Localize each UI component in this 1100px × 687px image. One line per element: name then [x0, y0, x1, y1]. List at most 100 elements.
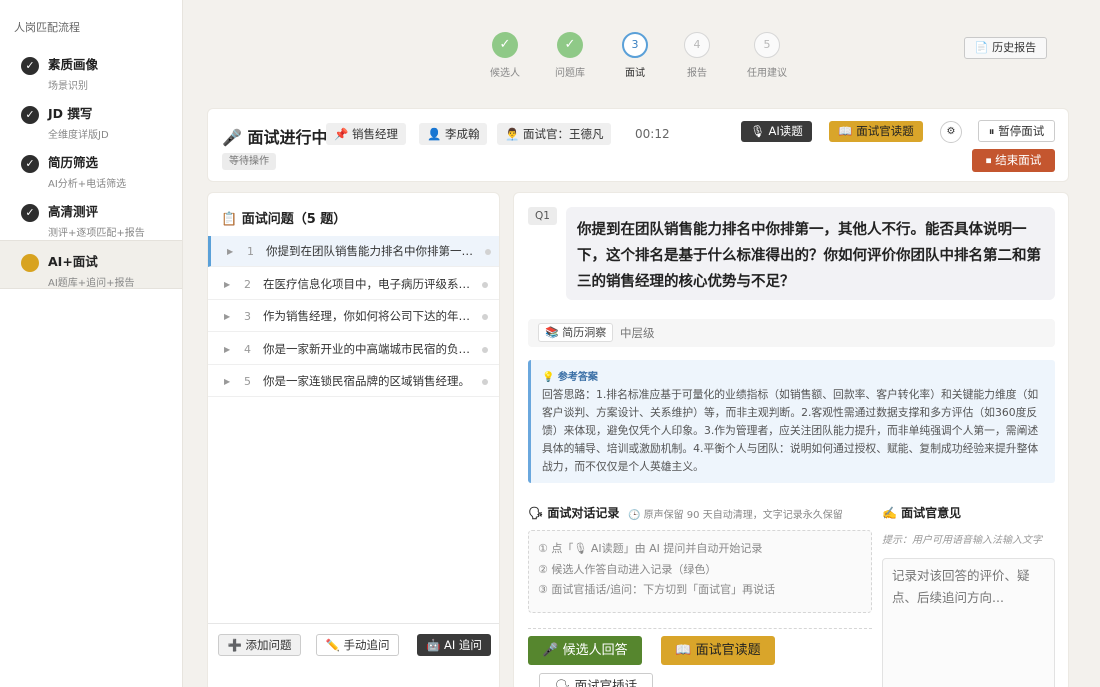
source-tag: 📚 简历洞察: [538, 323, 614, 342]
step-title: 简历筛选: [48, 155, 99, 170]
question-text: 在医疗信息化项目中，电子病历评级系统的客户是谁？: [263, 277, 471, 291]
end-interview-button[interactable]: ⏹ 结束面试: [972, 149, 1055, 172]
retention-note: 🕒 原声保留 90 天自动清理，文字记录永久保留: [628, 510, 843, 521]
check-icon: ✓: [492, 32, 518, 58]
manual-followup-button[interactable]: ✏️ 手动追问: [316, 634, 399, 656]
step-title: 高清测评: [48, 204, 99, 219]
status-badge: 等待操作: [222, 153, 276, 170]
reference-answer: 💡 参考答案 回答思路：1.排名标准应基于可量化的业绩指标（如销售额、回款率、客…: [528, 360, 1055, 483]
caret-right-icon: ▶: [224, 377, 231, 386]
progress-stepper: ✓ 候选人 ✓ 问题库 3 面试 4 报告 5 任用建议: [470, 32, 810, 82]
question-source-bar: 📚 简历洞察 中层级: [528, 319, 1055, 347]
step-subtitle: 测评+逐项匹配+报告: [48, 228, 145, 239]
gear-icon[interactable]: ⚙: [940, 121, 962, 143]
question-text: 你提到在团队销售能力排名中你排第一，其他人不行。能否具体说明一下，这个排名是基于…: [566, 207, 1055, 300]
divider: [528, 628, 872, 629]
check-icon: ✓: [21, 106, 39, 124]
caret-right-icon: ▶: [224, 345, 231, 354]
question-number: 4: [244, 343, 251, 356]
ai-read-button[interactable]: 🎙 AI读题: [741, 121, 812, 142]
position-tag: 📌 销售经理: [326, 123, 406, 145]
progress-step-question-bank[interactable]: ✓ 问题库: [535, 32, 605, 79]
progress-step-candidate[interactable]: ✓ 候选人: [470, 32, 540, 79]
step-number: 5: [754, 32, 780, 58]
instruction-line: ③ 面试官插话/追问：下方切到「面试官」再说话: [538, 583, 776, 596]
check-icon: ✓: [21, 57, 39, 75]
step-number: 4: [684, 32, 710, 58]
instruction-line: ① 点「🎙 AI读题」由 AI 提问并自动开始记录: [538, 542, 763, 555]
step-title: JD 撰写: [48, 106, 93, 121]
step-title: 素质画像: [48, 57, 99, 72]
caret-right-icon: ▶: [224, 280, 231, 289]
ai-followup-button[interactable]: 🤖 AI 追问: [417, 634, 491, 656]
step-subtitle: 场景识别: [48, 81, 88, 92]
progress-label: 面试: [625, 68, 645, 79]
check-icon: ✓: [21, 155, 39, 173]
progress-label: 问题库: [555, 68, 585, 79]
history-report-button[interactable]: 📄 历史报告: [964, 37, 1047, 59]
question-text: 你是一家连锁民宿品牌的区域销售经理。: [263, 374, 470, 388]
interview-header: 🎤 面试进行中 📌 销售经理 👤 李成翰 👨‍💼 面试官：王德凡 00:12 等…: [207, 108, 1069, 182]
question-item[interactable]: ▶ 4 你是一家新开业的中高端城市民宿的负责人。: [208, 334, 499, 365]
question-number: 2: [244, 278, 251, 291]
interviewer-read-question-button[interactable]: 📖 面试官读题: [661, 636, 775, 665]
progress-step-recommendation[interactable]: 5 任用建议: [732, 32, 802, 79]
step-subtitle: AI题库+追问+报告: [48, 278, 135, 289]
check-icon: ✓: [557, 32, 583, 58]
sidebar-step-jd[interactable]: ✓ JD 撰写 全维度详版JD: [0, 93, 182, 142]
progress-label: 任用建议: [747, 68, 787, 79]
question-item[interactable]: ▶ 1 你提到在团队销售能力排名中你排第一，其他人不行。: [208, 236, 499, 267]
conversation-title: 🗣 面试对话记录: [528, 506, 620, 520]
status-dot: [482, 347, 488, 353]
opinion-input[interactable]: [882, 558, 1055, 687]
question-item[interactable]: ▶ 5 你是一家连锁民宿品牌的区域销售经理。: [208, 366, 499, 397]
interview-timer: 00:12: [635, 127, 670, 141]
candidate-tag: 👤 李成翰: [419, 123, 488, 145]
question-list-panel: 📋 面试问题（5 题） ▶ 1 你提到在团队销售能力排名中你排第一，其他人不行。…: [207, 192, 500, 687]
reference-body: 回答思路：1.排名标准应基于可量化的业绩指标（如销售额、回款率、客户转化率）和关…: [542, 388, 1039, 473]
question-text: 你是一家新开业的中高端城市民宿的负责人。: [263, 342, 471, 356]
caret-right-icon: ▶: [224, 312, 231, 321]
status-dot: [482, 379, 488, 385]
question-text: 作为销售经理，你如何将公司下达的年度目标分解？: [263, 309, 471, 323]
question-text: 你提到在团队销售能力排名中你排第一，其他人不行。: [266, 244, 474, 258]
question-number: 1: [247, 245, 254, 258]
level-label: 中层级: [620, 326, 655, 340]
sidebar-step-profile[interactable]: ✓ 素质画像 场景识别: [0, 44, 182, 93]
add-question-button[interactable]: ➕ 添加问题: [218, 634, 301, 656]
question-badge: Q1: [528, 207, 557, 225]
opinion-title: ✍️ 面试官意见: [882, 506, 962, 520]
step-subtitle: AI分析+电话筛选: [48, 179, 127, 190]
candidate-answer-button[interactable]: 🎤 候选人回答: [528, 636, 642, 665]
conversation-log: ① 点「🎙 AI读题」由 AI 提问并自动开始记录 ② 候选人作答自动进入记录（…: [528, 530, 872, 613]
opinion-hint: 提示：用户可用语音输入法输入文字: [882, 535, 1042, 546]
progress-label: 报告: [687, 68, 707, 79]
check-icon: ✓: [21, 204, 39, 222]
step-number: 3: [622, 32, 648, 58]
question-number: 5: [244, 375, 251, 388]
interviewer-interject-button[interactable]: 🗣 面试官插话: [539, 673, 653, 687]
pause-interview-button[interactable]: ⏸ 暂停面试: [978, 120, 1055, 142]
status-dot: [482, 282, 488, 288]
progress-step-interview[interactable]: 3 面试: [600, 32, 670, 79]
question-number: 3: [244, 310, 251, 323]
sidebar-step-resume[interactable]: ✓ 简历筛选 AI分析+电话筛选: [0, 142, 182, 191]
interview-title: 🎤 面试进行中: [222, 128, 328, 147]
question-list-title: 📋 面试问题（5 题）: [221, 212, 347, 227]
sidebar-step-assessment[interactable]: ✓ 高清测评 测评+逐项匹配+报告: [0, 191, 182, 240]
question-detail-panel: Q1 你提到在团队销售能力排名中你排第一，其他人不行。能否具体说明一下，这个排名…: [513, 192, 1069, 687]
reference-title: 💡 参考答案: [542, 372, 598, 383]
status-dot: [485, 249, 491, 255]
sidebar-step-interview[interactable]: AI+面试 AI题库+追问+报告: [0, 240, 182, 289]
instruction-line: ② 候选人作答自动进入记录（绿色）: [538, 562, 717, 576]
interviewer-read-button[interactable]: 📖 面试官读题: [829, 121, 923, 142]
step-title: AI+面试: [48, 254, 98, 269]
question-item[interactable]: ▶ 3 作为销售经理，你如何将公司下达的年度目标分解？: [208, 301, 499, 332]
sidebar-title: 人岗匹配流程: [14, 21, 80, 34]
progress-step-report[interactable]: 4 报告: [662, 32, 732, 79]
caret-right-icon: ▶: [227, 247, 234, 256]
question-item[interactable]: ▶ 2 在医疗信息化项目中，电子病历评级系统的客户是谁？: [208, 269, 499, 300]
divider: [208, 623, 499, 624]
interviewer-tag: 👨‍💼 面试官：王德凡: [497, 123, 612, 145]
sidebar: 人岗匹配流程 ✓ 素质画像 场景识别 ✓ JD 撰写 全维度详版JD ✓ 简历筛…: [0, 0, 183, 687]
